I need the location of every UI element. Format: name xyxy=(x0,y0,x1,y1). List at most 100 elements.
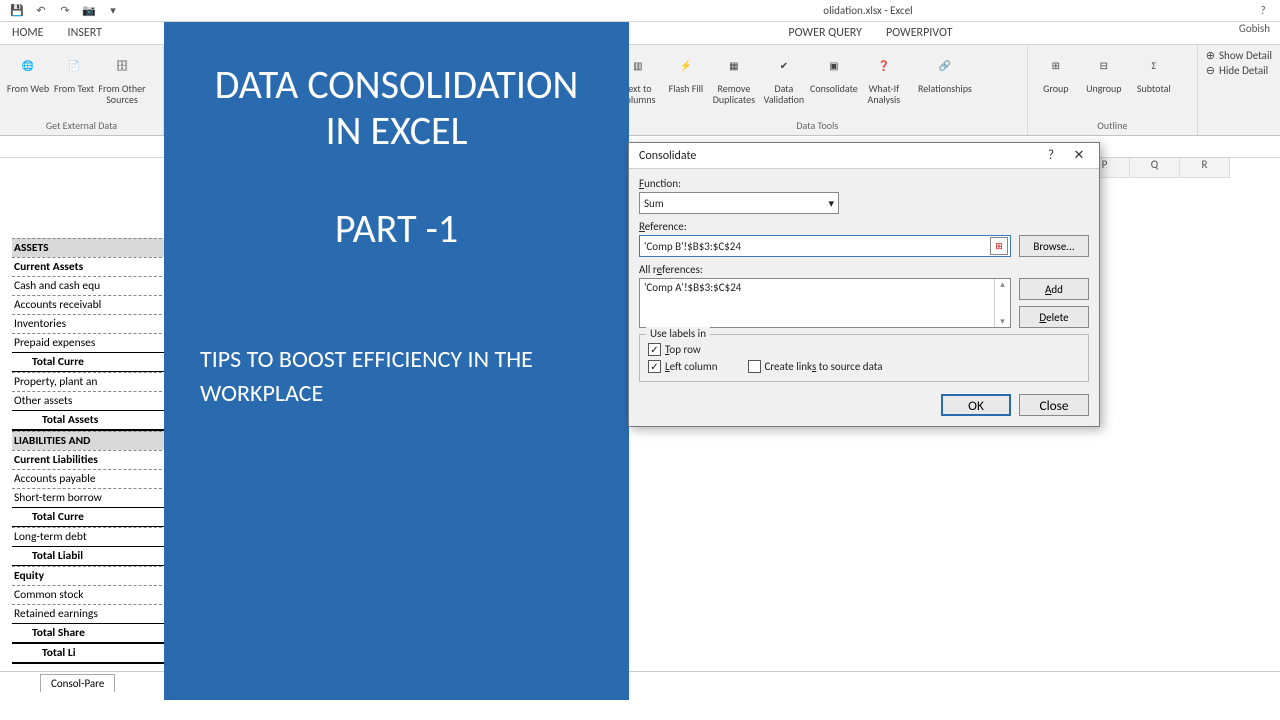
use-labels-fieldset: Use labels in ✓ Top row ✓ Left column Cr… xyxy=(639,334,1089,382)
quick-access-toolbar: 💾 ↶ ↷ 📷 ▾ xyxy=(0,3,122,19)
dropdown-icon[interactable]: ▾ xyxy=(104,3,122,19)
sheet-tab[interactable]: Consol-Pare xyxy=(40,674,115,692)
validation-label: Data Validation xyxy=(760,83,808,105)
from-text-button[interactable]: 📄 From Text xyxy=(52,49,96,94)
from-other-button[interactable]: 🗄 From Other Sources xyxy=(98,49,146,105)
minus-icon: ⊖ xyxy=(1206,64,1215,77)
bsheet-row[interactable]: Inventories xyxy=(12,314,172,333)
ungroup-label: Ungroup xyxy=(1086,83,1121,94)
title-overlay: DATA CONSOLIDATION IN EXCEL PART -1 TIPS… xyxy=(164,22,629,700)
col-header[interactable]: R xyxy=(1180,158,1230,178)
bsheet-row[interactable]: Total Curre xyxy=(12,507,172,527)
show-detail-button[interactable]: ⊕Show Detail xyxy=(1206,49,1272,62)
reference-input[interactable]: 'Comp B'!$B$3:$C$24 ⊞ xyxy=(639,235,1011,257)
tab-home[interactable]: HOME xyxy=(0,22,56,44)
bsheet-row[interactable]: Equity xyxy=(12,566,172,585)
text-file-icon: 📄 xyxy=(58,49,90,81)
bsheet-row[interactable]: Total Assets xyxy=(12,410,172,431)
reference-label: Reference: xyxy=(639,220,1089,233)
remove-duplicates-button[interactable]: ▦ Remove Duplicates xyxy=(710,49,758,105)
globe-icon: 🌐 xyxy=(12,49,44,81)
subtotal-icon: Σ xyxy=(1138,49,1170,81)
subtotal-button[interactable]: Σ Subtotal xyxy=(1130,49,1178,94)
tab-powerpivot[interactable]: POWERPIVOT xyxy=(874,22,964,44)
add-button[interactable]: Add xyxy=(1019,278,1089,300)
bsheet-row[interactable]: Current Liabilities xyxy=(12,450,172,469)
consolidate-icon: ▣ xyxy=(818,49,850,81)
group-button[interactable]: ⊞ Group xyxy=(1034,49,1078,94)
hide-detail-button[interactable]: ⊖Hide Detail xyxy=(1206,64,1272,77)
undo-icon[interactable]: ↶ xyxy=(32,3,50,19)
top-row-checkbox[interactable]: ✓ Top row xyxy=(648,343,1080,356)
allref-list[interactable]: 'Comp A'!$B$3:$C$24 ▴▾ xyxy=(639,278,1011,328)
help-icon[interactable]: ? xyxy=(1254,3,1272,19)
bsheet-row[interactable]: Current Assets xyxy=(12,257,172,276)
whatif-icon: ❓ xyxy=(868,49,900,81)
bsheet-row[interactable]: Total Curre xyxy=(12,352,172,372)
group-outline-label: Outline xyxy=(1028,119,1197,133)
checkbox-icon: ✓ xyxy=(648,343,661,356)
ungroup-icon: ⊟ xyxy=(1088,49,1120,81)
bsheet-row[interactable]: Total Liabil xyxy=(12,546,172,566)
flash-fill-label: Flash Fill xyxy=(669,83,704,94)
tab-power-query[interactable]: POWER QUERY xyxy=(776,22,874,44)
redo-icon[interactable]: ↷ xyxy=(56,3,74,19)
ok-button[interactable]: OK xyxy=(941,394,1011,416)
bsheet-row[interactable]: LIABILITIES AND xyxy=(12,431,172,450)
bsheet-row[interactable]: Retained earnings xyxy=(12,604,172,623)
balance-sheet-range[interactable]: ASSETSCurrent AssetsCash and cash equAcc… xyxy=(12,238,172,664)
help-icon[interactable]: ? xyxy=(1037,146,1065,166)
bsheet-row[interactable]: Accounts payable xyxy=(12,469,172,488)
from-web-button[interactable]: 🌐 From Web xyxy=(6,49,50,94)
checkbox-icon xyxy=(748,360,761,373)
group-external-label: Get External Data xyxy=(0,119,163,133)
scroll-up-icon[interactable]: ▴ xyxy=(1000,279,1005,290)
titlebar: 💾 ↶ ↷ 📷 ▾ olidation.xlsx - Excel ? xyxy=(0,0,1280,22)
consolidate-dialog: Consolidate ? ✕ Function: Sum ▾ Referenc… xyxy=(628,142,1100,427)
bsheet-row[interactable]: Prepaid expenses xyxy=(12,333,172,352)
bsheet-row[interactable]: Cash and cash equ xyxy=(12,276,172,295)
group-label: Group xyxy=(1043,83,1068,94)
bsheet-row[interactable]: Other assets xyxy=(12,391,172,410)
bsheet-row[interactable]: Accounts receivabl xyxy=(12,295,172,314)
bsheet-row[interactable]: Total Li xyxy=(12,643,172,664)
close-icon[interactable]: ✕ xyxy=(1065,146,1093,166)
chevron-down-icon: ▾ xyxy=(828,197,834,210)
validation-icon: ✔ xyxy=(768,49,800,81)
save-icon[interactable]: 💾 xyxy=(8,3,26,19)
bsheet-row[interactable]: ASSETS xyxy=(12,238,172,257)
consolidate-button[interactable]: ▣ Consolidate xyxy=(810,49,858,94)
delete-button[interactable]: Delete xyxy=(1019,306,1089,328)
function-select[interactable]: Sum ▾ xyxy=(639,192,839,214)
whatif-button[interactable]: ❓ What-If Analysis xyxy=(860,49,908,105)
tab-insert[interactable]: INSERT xyxy=(56,22,114,44)
scrollbar[interactable]: ▴▾ xyxy=(994,279,1010,327)
left-column-checkbox[interactable]: ✓ Left column xyxy=(648,360,718,373)
flash-fill-button[interactable]: ⚡ Flash Fill xyxy=(664,49,708,94)
user-name[interactable]: Gobish xyxy=(1239,22,1280,44)
bsheet-row[interactable]: Property, plant an xyxy=(12,372,172,391)
scroll-down-icon[interactable]: ▾ xyxy=(1000,316,1005,327)
overlay-tagline: TIPS TO BOOST EFFICIENCY IN THE WORKPLAC… xyxy=(200,343,593,410)
dialog-titlebar[interactable]: Consolidate ? ✕ xyxy=(629,143,1099,169)
close-button[interactable]: Close xyxy=(1019,394,1089,416)
ungroup-button[interactable]: ⊟ Ungroup xyxy=(1080,49,1128,94)
relationships-icon: 🔗 xyxy=(929,49,961,81)
from-text-label: From Text xyxy=(54,83,94,94)
bsheet-row[interactable]: Total Share xyxy=(12,623,172,643)
overlay-subheading: PART -1 xyxy=(200,204,593,253)
camera-icon[interactable]: 📷 xyxy=(80,3,98,19)
bsheet-row[interactable]: Common stock xyxy=(12,585,172,604)
bsheet-row[interactable]: Short-term borrow xyxy=(12,488,172,507)
browse-button[interactable]: Browse... xyxy=(1019,235,1089,257)
reference-value: 'Comp B'!$B$3:$C$24 xyxy=(644,240,741,253)
create-links-checkbox[interactable]: Create links to source data xyxy=(748,360,883,373)
relationships-label: Relationships xyxy=(918,83,972,94)
plus-icon: ⊕ xyxy=(1206,49,1215,62)
from-web-label: From Web xyxy=(7,83,49,94)
data-validation-button[interactable]: ✔ Data Validation xyxy=(760,49,808,105)
range-picker-icon[interactable]: ⊞ xyxy=(990,237,1008,255)
relationships-button[interactable]: 🔗 Relationships xyxy=(910,49,980,94)
col-header[interactable]: Q xyxy=(1130,158,1180,178)
bsheet-row[interactable]: Long-term debt xyxy=(12,527,172,546)
